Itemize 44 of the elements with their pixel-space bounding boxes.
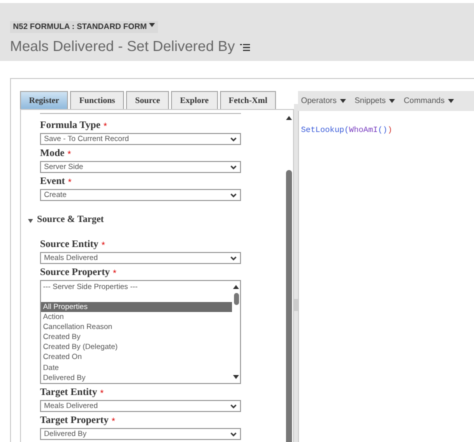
scroll-thumb[interactable]: [234, 293, 238, 305]
required-asterisk: *: [103, 122, 107, 130]
field-label: Source Entity: [40, 240, 98, 250]
tab[interactable]: Source: [126, 91, 169, 109]
field-label: Mode: [40, 149, 64, 159]
menu-button[interactable]: Snippets: [354, 95, 395, 107]
chevron-down-icon: [230, 432, 237, 436]
caret-icon: [340, 99, 346, 103]
form-selector[interactable]: N52 FORMULA : STANDARD FORM: [10, 21, 158, 33]
chevron-down-icon: [230, 136, 237, 142]
required-asterisk: *: [67, 150, 71, 158]
menu-button[interactable]: Operators: [301, 95, 346, 107]
required-asterisk: *: [112, 416, 116, 426]
list-menu-icon[interactable]: [240, 44, 250, 51]
caret-icon: [233, 375, 239, 379]
required-asterisk: *: [101, 240, 105, 250]
page-title: Meals Delivered - Set Delivered By: [10, 40, 235, 54]
chevron-down-icon: [230, 164, 237, 170]
tab[interactable]: Fetch-Xml: [220, 91, 276, 109]
tab[interactable]: Functions: [70, 91, 124, 109]
caret-icon: [233, 285, 239, 289]
field-label: Target Entity: [40, 388, 98, 398]
caret-icon: [148, 23, 155, 27]
menu-button[interactable]: Commands: [404, 95, 454, 107]
code-line: SetLookup(WhoAmI()): [301, 127, 392, 135]
caret-icon: [28, 219, 33, 223]
required-asterisk: *: [68, 178, 72, 186]
section-header[interactable]: Source & Target: [28, 215, 285, 227]
tab[interactable]: Explore: [171, 91, 218, 109]
field-label: Source Property: [40, 268, 110, 278]
field-label: Event: [40, 177, 65, 187]
chevron-down-icon: [230, 404, 237, 408]
code-editor[interactable]: SetLookup(WhoAmI()): [298, 111, 474, 442]
field-label: Target Property: [40, 416, 109, 426]
caret-icon: [448, 99, 454, 103]
chevron-down-icon: [230, 256, 237, 260]
chevron-down-icon: [230, 192, 237, 198]
required-asterisk: *: [100, 388, 104, 398]
caret-icon: [388, 99, 395, 103]
field-label: Formula Type: [40, 121, 100, 131]
tab[interactable]: Register: [20, 91, 68, 109]
required-asterisk: *: [112, 268, 116, 278]
scroll-thumb[interactable]: [286, 170, 292, 442]
caret-icon: [286, 116, 292, 120]
